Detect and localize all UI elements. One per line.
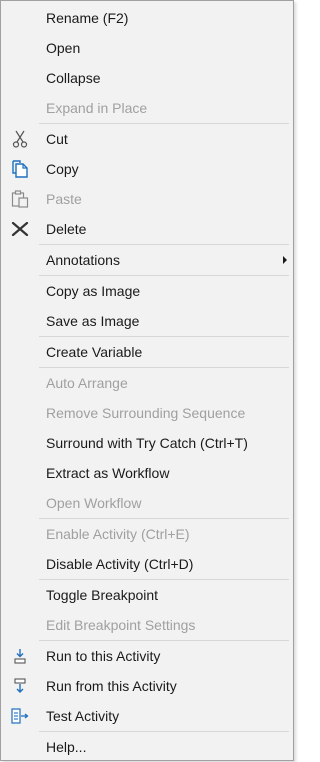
menu-item-run-from-activity[interactable]: Run from this Activity <box>1 671 293 701</box>
menu-item-enable-activity: Enable Activity (Ctrl+E) <box>1 519 293 549</box>
menu-item-extract-as-workflow[interactable]: Extract as Workflow <box>1 458 293 488</box>
menu-item-label: Open Workflow <box>46 495 142 511</box>
scissors-icon <box>10 129 30 149</box>
menu-item-label: Toggle Breakpoint <box>46 587 159 603</box>
menu-item-label: Cut <box>46 131 68 147</box>
menu-item-label: Expand in Place <box>46 100 148 116</box>
menu-item-save-as-image[interactable]: Save as Image <box>1 306 293 336</box>
run-to-icon <box>10 646 30 666</box>
menu-item-label: Surround with Try Catch (Ctrl+T) <box>46 435 248 451</box>
menu-item-rename[interactable]: Rename (F2) <box>1 3 293 33</box>
menu-item-collapse[interactable]: Collapse <box>1 63 293 93</box>
menu-item-delete[interactable]: Delete <box>1 214 293 244</box>
menu-item-label: Open <box>46 40 81 56</box>
menu-item-edit-breakpoint-settings: Edit Breakpoint Settings <box>1 610 293 640</box>
context-menu: Rename (F2) Open Collapse Expand in Plac… <box>0 0 294 761</box>
menu-item-test-activity[interactable]: Test Activity <box>1 701 293 731</box>
clipboard-icon <box>10 189 30 209</box>
menu-item-label: Copy as Image <box>46 283 141 299</box>
x-delete-icon <box>10 219 30 239</box>
menu-item-copy[interactable]: Copy <box>1 154 293 184</box>
test-activity-icon <box>10 706 30 726</box>
run-from-icon <box>10 676 30 696</box>
menu-item-label: Copy <box>46 161 79 177</box>
menu-item-expand-in-place: Expand in Place <box>1 93 293 123</box>
menu-item-label: Run to this Activity <box>46 648 161 664</box>
menu-item-label: Extract as Workflow <box>46 465 170 481</box>
menu-item-copy-as-image[interactable]: Copy as Image <box>1 276 293 306</box>
menu-item-label: Remove Surrounding Sequence <box>46 405 246 421</box>
menu-item-label: Save as Image <box>46 313 140 329</box>
menu-item-create-variable[interactable]: Create Variable <box>1 337 293 367</box>
menu-item-label: Paste <box>46 191 82 207</box>
menu-item-label: Rename (F2) <box>46 10 129 26</box>
menu-item-toggle-breakpoint[interactable]: Toggle Breakpoint <box>1 580 293 610</box>
menu-item-label: Auto Arrange <box>46 375 128 391</box>
menu-item-label: Disable Activity (Ctrl+D) <box>46 556 194 572</box>
menu-item-help[interactable]: Help... <box>1 732 293 762</box>
menu-item-auto-arrange: Auto Arrange <box>1 368 293 398</box>
menu-item-surround-try-catch[interactable]: Surround with Try Catch (Ctrl+T) <box>1 428 293 458</box>
menu-item-label: Enable Activity (Ctrl+E) <box>46 526 190 542</box>
menu-item-label: Delete <box>46 221 87 237</box>
menu-item-paste: Paste <box>1 184 293 214</box>
menu-item-run-to-activity[interactable]: Run to this Activity <box>1 641 293 671</box>
menu-item-label: Help... <box>46 739 87 755</box>
menu-item-annotations[interactable]: Annotations <box>1 245 293 275</box>
menu-item-label: Test Activity <box>46 708 120 724</box>
menu-item-remove-surrounding-sequence: Remove Surrounding Sequence <box>1 398 293 428</box>
menu-item-label: Create Variable <box>46 344 143 360</box>
menu-item-disable-activity[interactable]: Disable Activity (Ctrl+D) <box>1 549 293 579</box>
menu-item-label: Run from this Activity <box>46 678 177 694</box>
copy-icon <box>10 159 30 179</box>
menu-item-label: Annotations <box>46 252 120 268</box>
submenu-arrow-icon <box>283 256 287 264</box>
menu-item-cut[interactable]: Cut <box>1 124 293 154</box>
menu-item-label: Edit Breakpoint Settings <box>46 617 196 633</box>
menu-item-open[interactable]: Open <box>1 33 293 63</box>
menu-item-label: Collapse <box>46 70 101 86</box>
menu-item-open-workflow: Open Workflow <box>1 488 293 518</box>
